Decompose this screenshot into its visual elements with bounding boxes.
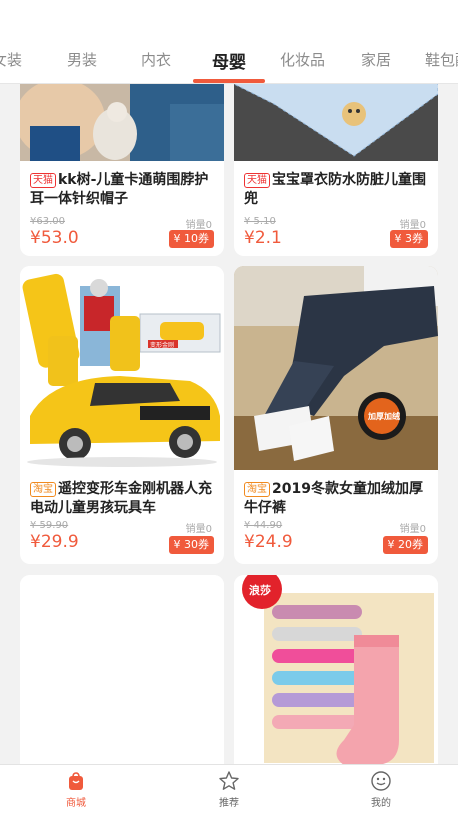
product-card[interactable]: 浪莎 bbox=[234, 575, 438, 764]
product-title: 天猫 宝宝罩衣防水防脏儿童围兜 bbox=[244, 171, 430, 209]
sale-price: ¥29.9 bbox=[30, 532, 79, 552]
coupon-badge[interactable]: ¥ 30券 bbox=[168, 536, 214, 554]
product-title-text: 宝宝罩衣防水防脏儿童围兜 bbox=[244, 172, 426, 207]
shopping-bag-icon bbox=[69, 772, 83, 790]
tab-mother-baby[interactable]: 母婴 bbox=[212, 48, 246, 73]
product-image-placeholder[interactable] bbox=[20, 575, 224, 764]
sales-count: 销量0 bbox=[399, 524, 426, 535]
product-card[interactable]: 加厚加绒 淘宝 2019冬款女童加绒加厚牛仔裤 ¥ 44.90 销量0 ¥24.9… bbox=[234, 266, 438, 564]
taobao-badge: 淘宝 bbox=[244, 482, 270, 497]
app-screen: 女装 男装 内衣 母婴 化妆品 家居 鞋包配 bbox=[0, 0, 458, 815]
nav-shop[interactable]: 商城 bbox=[36, 770, 116, 809]
sale-price: ¥24.9 bbox=[244, 532, 293, 552]
taobao-badge: 淘宝 bbox=[30, 482, 56, 497]
nav-mine-label: 我的 bbox=[371, 798, 391, 809]
active-tab-indicator bbox=[193, 79, 265, 83]
product-card[interactable]: 天猫 宝宝罩衣防水防脏儿童围兜 ¥ 5.10 销量0 ¥2.1 ¥ 3券 bbox=[234, 84, 438, 256]
product-card[interactable] bbox=[20, 575, 224, 764]
product-image[interactable]: 加厚加绒 bbox=[234, 266, 438, 470]
coupon-badge[interactable]: ¥ 20券 bbox=[382, 536, 428, 554]
sales-count: 销量0 bbox=[185, 524, 212, 535]
brand-logo-text: 浪莎 bbox=[249, 583, 271, 597]
tab-cosmetics[interactable]: 化妆品 bbox=[280, 49, 325, 70]
star-icon bbox=[219, 771, 239, 790]
thermal-label: 加厚加绒 bbox=[367, 411, 400, 421]
product-card[interactable]: 天猫 kk树-儿童卡通萌围脖护耳一体针织帽子 ¥63.00 销量0 ¥53.0 ¥… bbox=[20, 84, 224, 256]
original-price: ¥ 5.10 bbox=[244, 216, 276, 227]
sales-count: 销量0 bbox=[185, 220, 212, 231]
product-title: 淘宝 2019冬款女童加绒加厚牛仔裤 bbox=[244, 480, 430, 518]
coupon-badge[interactable]: ¥ 3券 bbox=[389, 230, 428, 248]
tmall-badge: 天猫 bbox=[30, 173, 56, 188]
nav-recommend-label: 推荐 bbox=[219, 798, 239, 809]
product-title: 天猫 kk树-儿童卡通萌围脖护耳一体针织帽子 bbox=[30, 171, 216, 209]
product-title-text: 遥控变形车金刚机器人充电动儿童男孩玩具车 bbox=[30, 481, 212, 516]
product-title: 淘宝 遥控变形车金刚机器人充电动儿童男孩玩具车 bbox=[30, 480, 216, 518]
product-image[interactable]: 浪莎 bbox=[234, 575, 438, 764]
bottom-navigation: 商城 推荐 我的 bbox=[0, 764, 458, 815]
product-card[interactable]: 变形金刚 淘宝 遥控变形车金刚机器人充电动儿童男孩玩具车 ¥ 59.90 销量0… bbox=[20, 266, 224, 564]
smiley-face-icon bbox=[371, 771, 391, 791]
tab-women[interactable]: 女装 bbox=[0, 49, 22, 70]
product-image[interactable] bbox=[20, 84, 224, 161]
category-tab-bar: 女装 男装 内衣 母婴 化妆品 家居 鞋包配 bbox=[0, 0, 458, 84]
tab-men[interactable]: 男装 bbox=[67, 49, 97, 70]
tmall-badge: 天猫 bbox=[244, 173, 270, 188]
nav-mine[interactable]: 我的 bbox=[341, 770, 421, 809]
original-price: ¥ 59.90 bbox=[30, 520, 69, 531]
original-price: ¥ 44.90 bbox=[244, 520, 283, 531]
coupon-badge[interactable]: ¥ 10券 bbox=[168, 230, 214, 248]
sales-count: 销量0 bbox=[399, 220, 426, 231]
sale-price: ¥2.1 bbox=[244, 228, 282, 248]
nav-recommend[interactable]: 推荐 bbox=[189, 770, 269, 809]
product-title-text: kk树-儿童卡通萌围脖护耳一体针织帽子 bbox=[30, 172, 209, 207]
tab-underwear[interactable]: 内衣 bbox=[141, 49, 171, 70]
product-feed[interactable]: 天猫 kk树-儿童卡通萌围脖护耳一体针织帽子 ¥63.00 销量0 ¥53.0 ¥… bbox=[0, 84, 458, 764]
product-title-text: 2019冬款女童加绒加厚牛仔裤 bbox=[244, 481, 423, 516]
tab-home[interactable]: 家居 bbox=[361, 49, 391, 70]
original-price: ¥63.00 bbox=[30, 216, 65, 227]
product-image[interactable] bbox=[234, 84, 438, 161]
product-image[interactable]: 变形金刚 bbox=[20, 266, 224, 470]
box-label: 变形金刚 bbox=[150, 341, 174, 349]
tab-bags-shoes[interactable]: 鞋包配 bbox=[425, 49, 458, 70]
sale-price: ¥53.0 bbox=[30, 228, 79, 248]
nav-shop-label: 商城 bbox=[66, 798, 86, 809]
